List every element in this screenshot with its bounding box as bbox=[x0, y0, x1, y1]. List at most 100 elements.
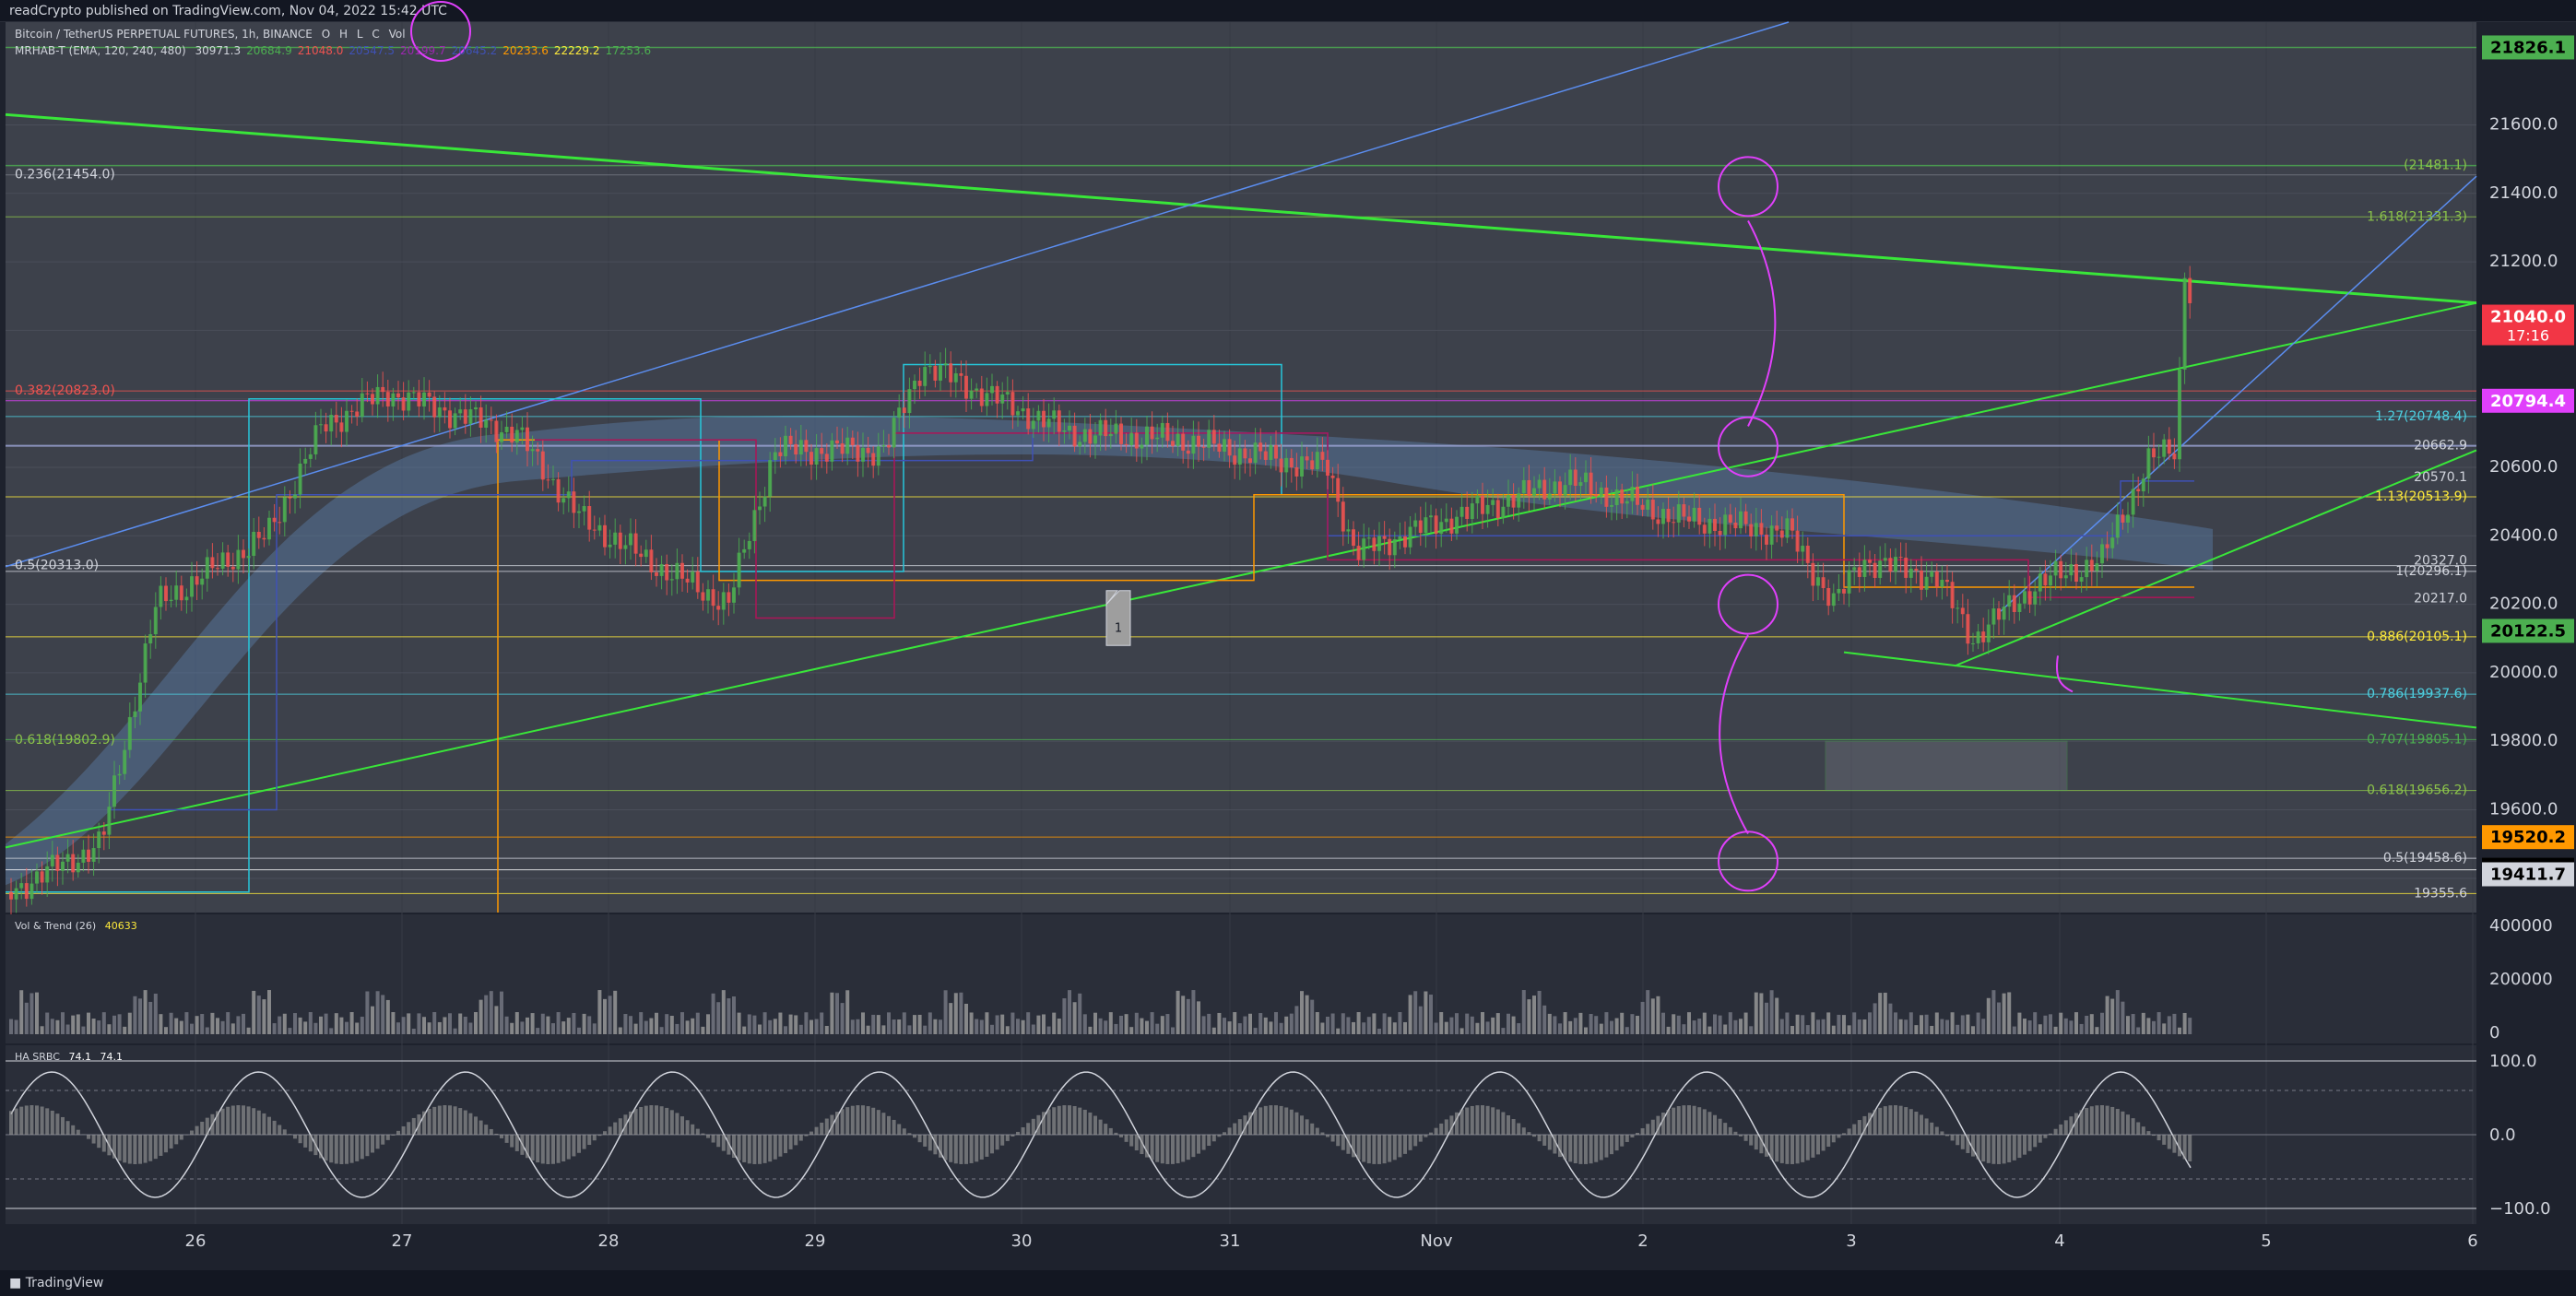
volume-bar bbox=[975, 1019, 979, 1034]
volume-bar bbox=[153, 994, 158, 1034]
oscillator-histogram-bar bbox=[1553, 1135, 1557, 1154]
oscillator-histogram-bar bbox=[1171, 1135, 1175, 1164]
candle-body bbox=[1779, 530, 1784, 538]
oscillator-histogram-bar bbox=[2162, 1135, 2167, 1145]
tradingview-logo-text: TradingView bbox=[25, 1276, 104, 1290]
oscillator-histogram-bar bbox=[1263, 1105, 1268, 1135]
oscillator-histogram-bar bbox=[737, 1135, 741, 1161]
oscillator-histogram-bar bbox=[1908, 1109, 1913, 1135]
volume-bar bbox=[587, 1016, 592, 1034]
volume-bar bbox=[101, 1012, 106, 1034]
oscillator-histogram-bar bbox=[1672, 1107, 1676, 1135]
oscillator-histogram-bar bbox=[1336, 1135, 1341, 1147]
volume-bar bbox=[1093, 1012, 1097, 1034]
volume-bar bbox=[262, 999, 266, 1034]
volume-bar bbox=[1237, 1023, 1242, 1034]
candle-body bbox=[979, 388, 984, 406]
right-level-label: 20570.1 bbox=[2414, 470, 2467, 485]
volume-bar bbox=[1197, 1001, 1200, 1034]
volume-bar bbox=[1119, 1016, 1123, 1034]
oscillator-histogram-bar bbox=[1883, 1106, 1887, 1135]
oscillator-histogram-bar bbox=[453, 1106, 457, 1135]
volume-bar bbox=[1160, 1016, 1164, 1034]
oscillator-histogram-bar bbox=[391, 1135, 396, 1136]
price-tag-value: 19411.7 bbox=[2490, 865, 2566, 884]
volume-bar bbox=[1362, 1022, 1366, 1034]
candle-body bbox=[282, 497, 287, 523]
volume-bar bbox=[913, 1015, 916, 1034]
volume-bar bbox=[1078, 993, 1082, 1034]
oscillator-histogram-bar bbox=[236, 1105, 241, 1135]
candle-body bbox=[2105, 544, 2109, 548]
oscillator-histogram-bar bbox=[897, 1124, 902, 1135]
volume-bar bbox=[1491, 1017, 1495, 1034]
volume-bar bbox=[1475, 1022, 1480, 1034]
volume-bar bbox=[1140, 1018, 1144, 1034]
volume-bar bbox=[608, 996, 612, 1034]
volume-bar bbox=[1046, 1026, 1051, 1034]
candle-body bbox=[76, 862, 80, 873]
oscillator-histogram-bar bbox=[437, 1105, 442, 1135]
chart-canvas[interactable]: 1 1.618(21331.3)(21481.1)1.27(20748.4)20… bbox=[0, 0, 2576, 1296]
candle-body bbox=[61, 861, 65, 871]
candle-body bbox=[809, 452, 813, 465]
volume-bar bbox=[1521, 990, 1526, 1034]
oscillator-histogram-bar bbox=[14, 1108, 18, 1135]
oscillator-histogram-bar bbox=[820, 1122, 824, 1135]
candle-body bbox=[1759, 523, 1764, 536]
volume-bar bbox=[349, 1012, 354, 1034]
volume-bar bbox=[1852, 1012, 1857, 1034]
volume-bar bbox=[256, 996, 261, 1034]
oscillator-histogram-bar bbox=[1377, 1135, 1381, 1164]
candle-body bbox=[892, 418, 896, 448]
volume-bar bbox=[1026, 1012, 1031, 1034]
oscillator-histogram-bar bbox=[953, 1135, 958, 1164]
oscillator-histogram-bar bbox=[1920, 1114, 1923, 1135]
volume-bar bbox=[24, 1002, 29, 1034]
oscillator-histogram-bar bbox=[633, 1109, 638, 1135]
volume-bar bbox=[319, 1016, 323, 1034]
candle-body bbox=[2053, 560, 2058, 576]
oscillator-histogram-bar bbox=[1707, 1112, 1712, 1135]
volume-bar bbox=[1914, 1025, 1919, 1034]
volume-bar bbox=[907, 1025, 912, 1034]
volume-bar bbox=[355, 1022, 360, 1034]
candle-body bbox=[514, 430, 519, 443]
candle-body bbox=[1661, 509, 1665, 524]
volume-bar bbox=[252, 990, 256, 1034]
oscillator-histogram-bar bbox=[1971, 1135, 1975, 1157]
oscillator-histogram-bar bbox=[242, 1105, 245, 1135]
oscillator-histogram-bar bbox=[2063, 1120, 2068, 1135]
candle-body bbox=[1366, 537, 1371, 539]
oscillator-histogram-bar bbox=[711, 1135, 715, 1143]
volume-bar bbox=[1599, 1023, 1603, 1034]
oscillator-histogram-bar bbox=[1640, 1128, 1645, 1135]
volume-bar bbox=[2063, 1018, 2068, 1034]
oscillator-histogram-bar bbox=[1392, 1135, 1397, 1161]
candle-body bbox=[566, 491, 571, 499]
volume-bar bbox=[701, 1026, 705, 1034]
oscillator-histogram-bar bbox=[1352, 1135, 1355, 1158]
oscillator-histogram-bar bbox=[97, 1135, 101, 1149]
candle-body bbox=[1098, 419, 1103, 436]
oscillator-histogram-bar bbox=[1181, 1135, 1186, 1162]
candle-body bbox=[2033, 591, 2038, 605]
volume-bar bbox=[1356, 1012, 1361, 1034]
price-axis-tick: 21400.0 bbox=[2489, 183, 2558, 203]
oscillator-histogram-bar bbox=[1816, 1135, 1820, 1155]
candle-body bbox=[1227, 439, 1232, 456]
candle-body bbox=[226, 552, 230, 567]
volume-bar bbox=[623, 1014, 628, 1034]
oscillator-histogram-bar bbox=[1692, 1105, 1696, 1135]
oscillator-histogram-bar bbox=[691, 1124, 695, 1135]
oscillator-histogram-bar bbox=[117, 1135, 122, 1161]
candle-body bbox=[355, 411, 360, 418]
volume-bar bbox=[1672, 1014, 1676, 1034]
candle-body bbox=[701, 592, 705, 601]
volume-bar bbox=[133, 996, 137, 1034]
candle-body bbox=[1873, 562, 1877, 578]
volume-bar bbox=[1517, 1023, 1521, 1034]
oscillator-histogram-bar bbox=[2007, 1135, 2012, 1162]
candle-body bbox=[1330, 475, 1335, 478]
candle-body bbox=[1470, 503, 1474, 519]
